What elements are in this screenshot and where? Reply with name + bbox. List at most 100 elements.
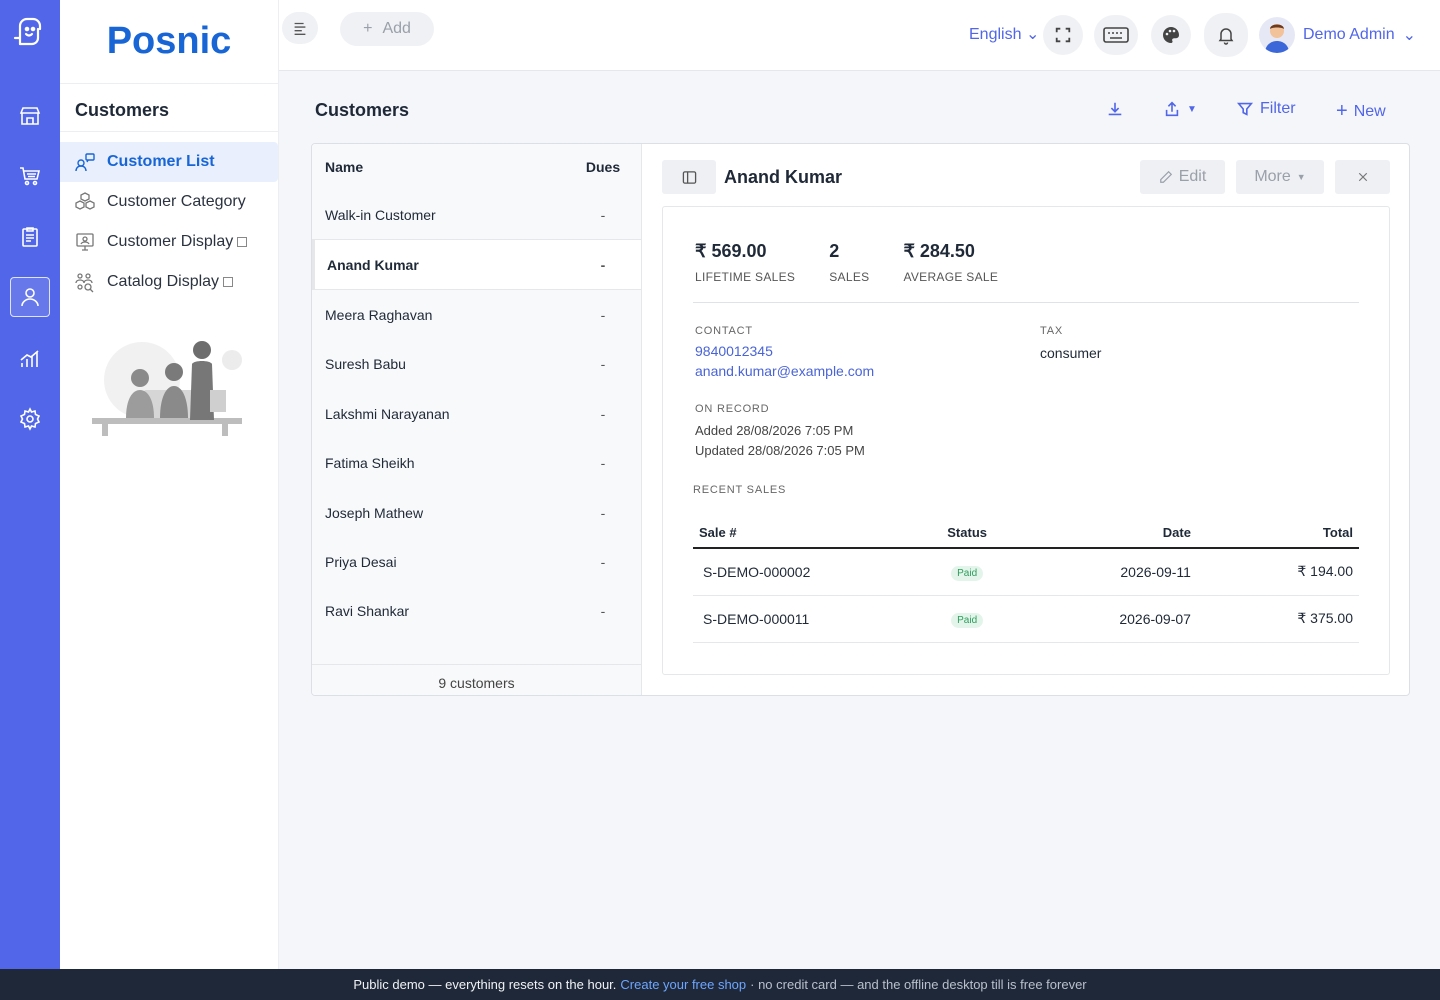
team-illustration bbox=[92, 341, 242, 436]
menu-item-customer-list[interactable]: Customer List bbox=[60, 142, 278, 182]
list-item[interactable]: Suresh Babu - bbox=[312, 340, 641, 389]
list-item[interactable]: Lakshmi Narayanan - bbox=[312, 389, 641, 438]
menu-label-customer-display: Customer Display bbox=[107, 233, 234, 250]
app-logo-icon[interactable] bbox=[12, 14, 48, 50]
sale-number-cell: S-DEMO-000011 bbox=[693, 595, 921, 643]
list-item[interactable]: Anand Kumar - bbox=[312, 239, 641, 291]
top-bar: + Add English ⌄ Demo Admin ⌄ bbox=[279, 0, 1440, 71]
user-menu[interactable]: Demo Admin ⌄ bbox=[1259, 17, 1416, 53]
column-header-sale: Sale # bbox=[693, 518, 921, 549]
stat-average-sale: ₹ 284.50 AVERAGE SALE bbox=[903, 241, 998, 302]
list-item[interactable]: Meera Raghavan - bbox=[312, 290, 641, 339]
total-cell: ₹ 375.00 bbox=[1230, 595, 1359, 643]
customer-detail: Anand Kumar Edit More ▼ ₹ 569.00 LIFETIM… bbox=[662, 160, 1390, 675]
customer-list-icon bbox=[74, 151, 96, 173]
keyboard-button[interactable] bbox=[1094, 15, 1138, 55]
more-label: More bbox=[1254, 168, 1291, 185]
date-cell: 2026-09-07 bbox=[1013, 595, 1231, 643]
panel-toggle-button[interactable] bbox=[662, 160, 716, 194]
edit-button[interactable]: Edit bbox=[1140, 160, 1225, 194]
sidebar-toggle-button[interactable] bbox=[282, 12, 318, 44]
email-link[interactable]: anand.kumar@example.com bbox=[695, 363, 1040, 379]
customer-name-cell: Walk-in Customer bbox=[325, 206, 436, 223]
close-icon bbox=[1358, 172, 1367, 182]
export-button[interactable]: ▼ bbox=[1163, 100, 1197, 118]
new-label: New bbox=[1353, 102, 1386, 120]
sidebar-panel-icon bbox=[682, 170, 696, 184]
contact-label: CONTACT bbox=[695, 325, 753, 337]
detail-header: Anand Kumar Edit More ▼ bbox=[662, 160, 1390, 194]
table-row[interactable]: S-DEMO-000002 Paid 2026-09-11 ₹ 194.00 bbox=[693, 548, 1359, 596]
list-item[interactable]: Ravi Shankar - bbox=[312, 587, 641, 636]
filter-button[interactable]: Filter bbox=[1236, 100, 1296, 118]
notifications-button[interactable] bbox=[1204, 13, 1248, 57]
detail-card: ₹ 569.00 LIFETIME SALES 2 SALES ₹ 284.50… bbox=[662, 206, 1390, 675]
store-icon[interactable] bbox=[10, 96, 50, 136]
close-button[interactable] bbox=[1335, 160, 1390, 194]
menu-item-customer-display[interactable]: Customer Display bbox=[60, 222, 278, 262]
download-button[interactable] bbox=[1106, 100, 1124, 118]
list-item[interactable]: Joseph Mathew - bbox=[312, 488, 641, 537]
customer-name-cell: Lakshmi Narayanan bbox=[325, 405, 450, 422]
palette-icon bbox=[1163, 26, 1180, 43]
plus-icon: + bbox=[1336, 100, 1348, 122]
status-cell: Paid bbox=[920, 595, 1014, 643]
table-row[interactable]: S-DEMO-000011 Paid 2026-09-07 ₹ 375.00 bbox=[693, 595, 1359, 643]
phone-link[interactable]: 9840012345 bbox=[695, 343, 1040, 359]
on-record-label: ON RECORD bbox=[695, 403, 770, 415]
menu-label-customer-list: Customer List bbox=[107, 153, 215, 170]
tax-label: TAX bbox=[1040, 325, 1063, 337]
menu-item-customer-category[interactable]: Customer Category bbox=[60, 182, 278, 222]
stat-label: AVERAGE SALE bbox=[903, 270, 999, 284]
list-item[interactable]: Priya Desai - bbox=[312, 537, 641, 586]
reports-icon[interactable] bbox=[10, 339, 50, 379]
cart-icon[interactable] bbox=[10, 156, 50, 196]
list-item[interactable]: Fatima Sheikh - bbox=[312, 439, 641, 488]
theme-button[interactable] bbox=[1151, 15, 1191, 55]
status-cell: Paid bbox=[920, 548, 1014, 596]
new-button[interactable]: + New bbox=[1336, 100, 1386, 123]
edit-label: Edit bbox=[1178, 168, 1207, 185]
banner-text: Public demo — everything resets on the h… bbox=[353, 977, 617, 992]
customer-dues-cell: - bbox=[600, 603, 606, 620]
fullscreen-button[interactable] bbox=[1043, 15, 1083, 55]
customer-name-cell: Suresh Babu bbox=[325, 356, 406, 373]
user-name: Demo Admin bbox=[1303, 26, 1395, 43]
column-header-status: Status bbox=[920, 518, 1014, 549]
chevron-down-icon: ⌄ bbox=[1402, 27, 1416, 44]
demo-banner: Public demo — everything resets on the h… bbox=[0, 969, 1440, 1000]
column-header-name[interactable]: Name bbox=[325, 159, 578, 175]
stat-value: 2 bbox=[829, 241, 840, 261]
customers-nav-icon[interactable] bbox=[10, 277, 50, 317]
customer-name-cell: Ravi Shankar bbox=[325, 603, 410, 620]
list-item[interactable]: Walk-in Customer - bbox=[312, 190, 641, 239]
caret-down-icon: ▼ bbox=[1187, 103, 1197, 115]
customer-dues-cell: - bbox=[600, 256, 606, 273]
column-header-dues[interactable]: Dues bbox=[578, 159, 628, 175]
create-shop-link[interactable]: Create your free shop bbox=[620, 977, 746, 992]
customer-name: Anand Kumar bbox=[724, 166, 843, 187]
menu-item-catalog-display[interactable]: Catalog Display bbox=[60, 262, 278, 302]
customer-name-cell: Meera Raghavan bbox=[325, 307, 433, 324]
add-button-label: Add bbox=[382, 20, 411, 37]
total-cell: ₹ 194.00 bbox=[1230, 548, 1359, 596]
language-select[interactable]: English ⌄ bbox=[969, 24, 1039, 44]
icon-rail bbox=[0, 0, 60, 969]
customer-dues-cell: - bbox=[600, 307, 606, 324]
sale-number-cell: S-DEMO-000002 bbox=[693, 548, 921, 596]
customer-dues-cell: - bbox=[600, 504, 606, 521]
customer-dues-cell: - bbox=[600, 455, 606, 472]
brand-logo[interactable]: Posnic bbox=[60, 0, 278, 84]
add-button[interactable]: + Add bbox=[340, 12, 434, 46]
plus-icon: + bbox=[363, 20, 373, 37]
bell-icon bbox=[1218, 28, 1234, 45]
clipboard-icon[interactable] bbox=[10, 217, 50, 257]
stat-value: ₹ 284.50 bbox=[903, 241, 975, 261]
list-count: 9 customers bbox=[312, 664, 641, 695]
list-header: Name Dues bbox=[312, 144, 641, 190]
fullscreen-icon bbox=[1055, 27, 1071, 43]
settings-icon[interactable] bbox=[10, 399, 50, 439]
customer-dues-cell: - bbox=[600, 405, 606, 422]
customer-dues-cell: - bbox=[600, 554, 606, 571]
more-button[interactable]: More ▼ bbox=[1236, 160, 1324, 194]
